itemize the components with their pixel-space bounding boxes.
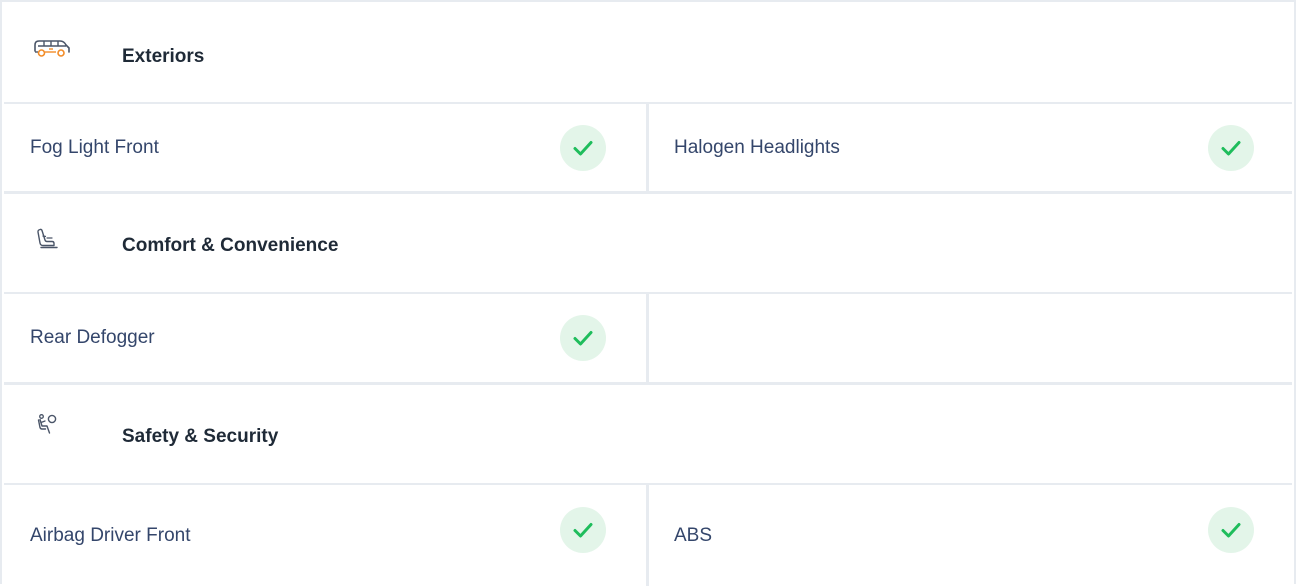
feature-cell: Airbag Driver Front (4, 485, 649, 586)
feature-label: Fog Light Front (30, 136, 159, 158)
feature-cell: Fog Light Front (4, 104, 649, 191)
feature-row: Airbag Driver Front ABS (4, 483, 1292, 586)
section-header-safety: Safety & Security (4, 385, 1292, 483)
feature-label: Rear Defogger (30, 327, 155, 348)
feature-cell: ABS (652, 485, 1292, 586)
check-icon (560, 315, 606, 361)
feature-cell: Rear Defogger (4, 294, 649, 382)
feature-cell-empty (652, 294, 1292, 382)
section-header-comfort: Comfort & Convenience (4, 194, 1292, 292)
feature-row: Fog Light Front Halogen Headlights (4, 102, 1292, 194)
section-title: Comfort & Convenience (122, 235, 339, 256)
check-icon (560, 506, 606, 553)
feature-cell: Halogen Headlights (652, 104, 1292, 191)
check-icon (1208, 124, 1254, 171)
feature-label: Airbag Driver Front (30, 524, 191, 546)
check-icon (560, 124, 606, 171)
car-icon (30, 37, 74, 59)
section-header-exteriors: Exteriors (4, 4, 1292, 102)
feature-label: ABS (674, 524, 713, 546)
airbag-icon (30, 413, 74, 435)
features-panel: Exteriors Fog Light Front Halogen Headli… (0, 0, 1296, 586)
check-icon (1208, 506, 1254, 553)
section-title: Exteriors (122, 46, 205, 67)
feature-row: Rear Defogger (4, 292, 1292, 385)
car-seat-icon (30, 228, 74, 250)
feature-label: Halogen Headlights (674, 136, 840, 158)
section-title: Safety & Security (122, 426, 279, 447)
